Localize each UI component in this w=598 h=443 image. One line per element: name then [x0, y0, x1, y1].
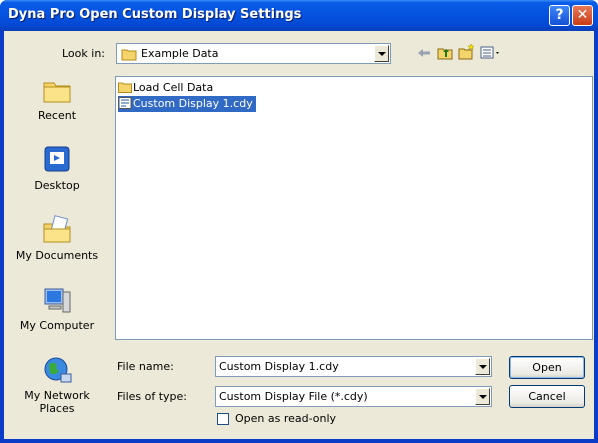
look-in-dropdown-button[interactable] [374, 45, 389, 62]
files-of-type-value: Custom Display File (*.cdy) [219, 390, 368, 403]
place-recent[interactable]: Recent [4, 74, 110, 122]
place-my-computer[interactable]: My Computer [4, 284, 110, 332]
file-icon [118, 97, 132, 109]
folder-icon [118, 81, 132, 93]
open-dialog-window: Dyna Pro Open Custom Display Settings ? … [0, 0, 598, 443]
recent-folder-icon [41, 74, 73, 106]
place-desktop[interactable]: Desktop [4, 144, 110, 192]
files-of-type-combo[interactable]: Custom Display File (*.cdy) [215, 386, 492, 407]
cancel-button[interactable]: Cancel [509, 385, 585, 408]
up-folder-icon[interactable] [437, 45, 453, 64]
new-folder-icon[interactable] [458, 43, 476, 64]
my-network-places-icon [41, 354, 73, 386]
help-button[interactable]: ? [549, 5, 570, 26]
file-list[interactable]: Load Cell Data Custom Display 1.cdy [115, 76, 593, 340]
title-bar[interactable]: Dyna Pro Open Custom Display Settings ? … [0, 0, 598, 31]
look-in-label: Look in: [62, 47, 105, 60]
file-name-combo[interactable]: Custom Display 1.cdy [215, 356, 492, 377]
file-name-input[interactable]: Custom Display 1.cdy [219, 360, 339, 373]
window-title: Dyna Pro Open Custom Display Settings [8, 7, 302, 22]
my-documents-icon [41, 214, 73, 246]
view-menu-icon[interactable] [480, 45, 502, 64]
back-icon[interactable] [416, 45, 432, 64]
places-bar: Recent Desktop My Documents My Computer [4, 66, 110, 437]
file-name-label: File name: [117, 360, 174, 373]
dialog-body: Look in: Example Data Recent Desktop My … [4, 31, 594, 439]
place-my-network-places[interactable]: My Network Places [4, 354, 110, 415]
close-button[interactable]: ✕ [572, 5, 593, 26]
look-in-value: Example Data [141, 47, 219, 60]
read-only-label: Open as read-only [235, 412, 337, 425]
list-item-file[interactable]: Custom Display 1.cdy [118, 96, 256, 112]
open-button[interactable]: Open [509, 356, 585, 379]
folder-icon [121, 47, 137, 64]
look-in-combo[interactable]: Example Data [116, 43, 391, 64]
list-item-folder[interactable]: Load Cell Data [118, 80, 213, 96]
files-of-type-label: Files of type: [117, 390, 188, 403]
place-my-documents[interactable]: My Documents [4, 214, 110, 262]
my-computer-icon [41, 284, 73, 316]
file-name-dropdown-button[interactable] [475, 358, 490, 375]
read-only-checkbox[interactable] [217, 413, 229, 425]
desktop-icon [41, 144, 73, 176]
files-of-type-dropdown-button[interactable] [475, 388, 490, 405]
